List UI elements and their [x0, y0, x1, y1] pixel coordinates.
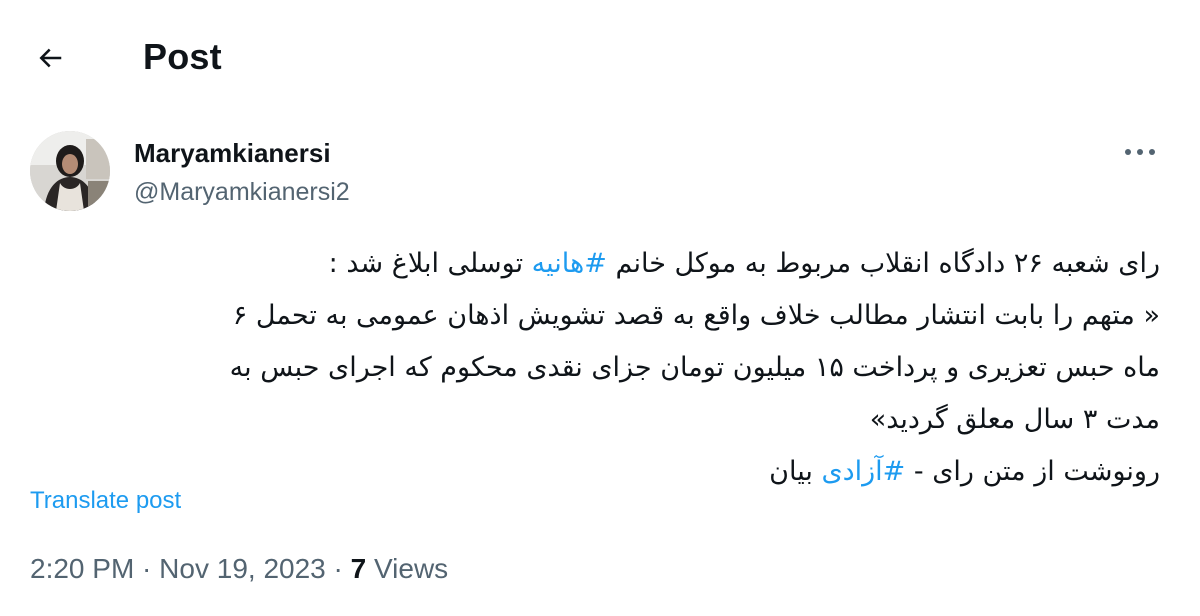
views-label: Views	[366, 553, 449, 584]
tweet-text: رای شعبه ۲۶ دادگاه انقلاب مربوط به موکل …	[40, 238, 1160, 498]
post-date[interactable]: Nov 19, 2023	[159, 553, 326, 584]
more-dots-icon	[1125, 149, 1155, 155]
post-metadata: 2:20 PM · Nov 19, 2023 · 7 Views	[30, 553, 448, 585]
hashtag-link[interactable]: #آزادی	[821, 456, 905, 487]
views-count: 7	[350, 553, 367, 584]
arrow-left-icon	[39, 48, 62, 68]
post-time[interactable]: 2:20 PM	[30, 553, 134, 584]
meta-separator: ·	[134, 553, 160, 584]
meta-separator: ·	[325, 553, 351, 584]
author-handle[interactable]: @Maryamkianersi2	[134, 178, 350, 207]
author-display-name[interactable]: Maryamkianersi	[134, 138, 331, 169]
avatar[interactable]	[30, 131, 110, 211]
header-bar: Post	[0, 0, 1200, 112]
translate-post-link[interactable]: Translate post	[30, 487, 181, 515]
tweet-text-segment: رای شعبه ۲۶ دادگاه انقلاب مربوط به موکل …	[606, 248, 1160, 279]
page-title: Post	[143, 36, 222, 77]
tweet-line: رونوشت از متن رای - #آزادی بیان	[40, 446, 1160, 498]
more-options-button[interactable]	[1118, 136, 1162, 168]
tweet-line: رای شعبه ۲۶ دادگاه انقلاب مربوط به موکل …	[40, 238, 1160, 290]
back-button[interactable]	[26, 34, 74, 82]
tweet-text-segment: بیان	[769, 456, 822, 487]
tweet-line: مدت ۳ سال معلق گردید»	[869, 404, 1160, 435]
hashtag-link[interactable]: #هانیه	[532, 248, 607, 279]
tweet-line: ماه حبس تعزیری و پرداخت ۱۵ میلیون تومان …	[229, 352, 1160, 383]
tweet-line: « متهم را بابت انتشار مطالب خلاف واقع به…	[232, 300, 1160, 331]
tweet-text-segment: توسلی ابلاغ شد :	[328, 248, 532, 279]
post-page: Post Maryamkianersi @Maryamkianersi2 رای…	[0, 0, 1200, 616]
tweet-text-segment: رونوشت از متن رای -	[905, 456, 1160, 487]
avatar-photo	[30, 131, 110, 211]
